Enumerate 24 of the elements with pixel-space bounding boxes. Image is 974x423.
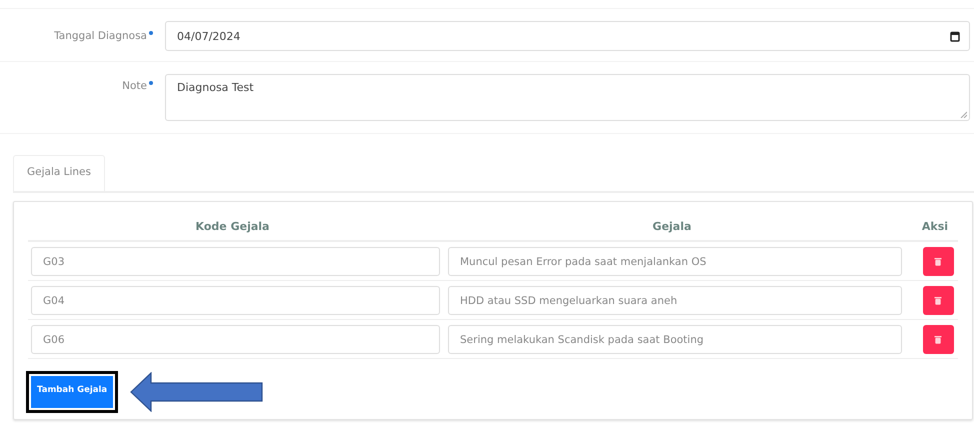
- code-input-field[interactable]: G06: [31, 325, 440, 354]
- resize-grip-icon[interactable]: [960, 111, 967, 118]
- column-header: Aksi: [920, 220, 950, 233]
- delete-button[interactable]: [922, 247, 954, 276]
- code-input-field[interactable]: G04: [31, 286, 440, 315]
- trash-icon: [934, 335, 942, 344]
- field-label: Tanggal Diagnosa: [54, 30, 147, 42]
- code-input-field[interactable]: G03: [31, 247, 440, 276]
- field-label: Note: [122, 80, 147, 92]
- tab[interactable]: Gejala Lines: [13, 155, 105, 191]
- delete-button[interactable]: [922, 325, 954, 354]
- column-header: Kode Gejala: [194, 220, 270, 233]
- date-field[interactable]: 04/07/2024: [165, 21, 970, 51]
- trash-icon: [934, 296, 942, 305]
- symptom-input-field[interactable]: Muncul pesan Error pada saat menjalankan OS: [448, 247, 902, 276]
- add-symptom-button[interactable]: Tambah Gejala: [31, 376, 114, 408]
- column-header: Gejala: [652, 220, 692, 233]
- trash-icon: [934, 257, 942, 266]
- calendar-icon[interactable]: [950, 30, 960, 42]
- symptom-input-field[interactable]: Sering melakukan Scandisk pada saat Booting: [448, 325, 902, 354]
- left-arrow-icon: [130, 372, 264, 412]
- delete-button[interactable]: [922, 286, 954, 315]
- symptom-input-field[interactable]: HDD atau SSD mengeluarkan suara aneh: [448, 286, 902, 315]
- note-field[interactable]: Diagnosa Test: [165, 74, 970, 121]
